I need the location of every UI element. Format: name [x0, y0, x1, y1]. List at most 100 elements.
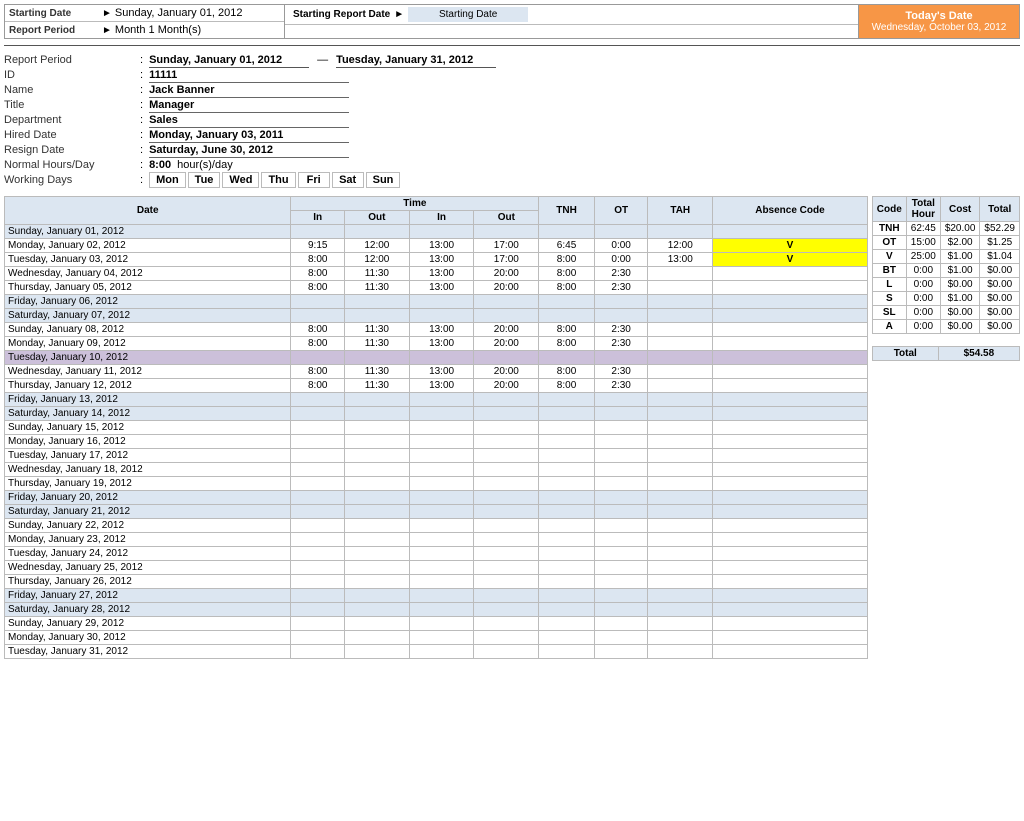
date-cell: Monday, January 30, 2012	[5, 631, 291, 645]
out1-cell	[344, 533, 409, 547]
normal-hours-label: Normal Hours/Day	[4, 159, 134, 171]
table-row: Friday, January 06, 2012	[5, 295, 868, 309]
info-section: Report Period : Sunday, January 01, 2012…	[4, 54, 1020, 188]
out2-cell	[474, 407, 539, 421]
date-cell: Sunday, January 15, 2012	[5, 421, 291, 435]
tah-cell: 12:00	[648, 239, 713, 253]
tnh-cell	[539, 421, 595, 435]
attendance-table: Date Time TNH OT TAH Absence Code In Out…	[4, 196, 868, 659]
absence-cell	[713, 645, 868, 659]
absence-cell: V	[713, 239, 868, 253]
absence-cell	[713, 519, 868, 533]
in1-cell	[291, 631, 345, 645]
grand-total-value: $54.58	[938, 347, 1019, 361]
table-row: Tuesday, January 03, 2012 8:00 12:00 13:…	[5, 253, 868, 267]
hired-date-value: Monday, January 03, 2011	[149, 129, 349, 143]
tah-cell: 13:00	[648, 253, 713, 267]
report-period-from: Sunday, January 01, 2012	[149, 54, 309, 68]
cost-cell: $20.00	[940, 222, 980, 236]
total-cell: $1.04	[980, 250, 1020, 264]
total-cell: $52.29	[980, 222, 1020, 236]
in2-cell	[409, 491, 474, 505]
tah-cell	[648, 561, 713, 575]
ot-cell	[594, 519, 648, 533]
out1-cell: 11:30	[344, 337, 409, 351]
out1-cell	[344, 505, 409, 519]
tnh-cell: 8:00	[539, 323, 595, 337]
ot-cell	[594, 631, 648, 645]
in2-cell: 13:00	[409, 365, 474, 379]
in2-cell	[409, 435, 474, 449]
total-cell: $0.00	[980, 278, 1020, 292]
normal-hours-unit: hour(s)/day	[177, 159, 233, 171]
normal-hours-value: 8:00	[149, 159, 171, 171]
tah-cell	[648, 295, 713, 309]
date-header: Date	[5, 197, 291, 225]
total-cell: $0.00	[980, 264, 1020, 278]
in1-cell	[291, 421, 345, 435]
date-cell: Monday, January 16, 2012	[5, 435, 291, 449]
absence-cell	[713, 575, 868, 589]
out1-cell	[344, 603, 409, 617]
in1-cell	[291, 561, 345, 575]
out1-cell	[344, 631, 409, 645]
tah-cell	[648, 407, 713, 421]
out1-cell	[344, 463, 409, 477]
table-row: Tuesday, January 24, 2012	[5, 547, 868, 561]
ot-cell	[594, 603, 648, 617]
out2-cell	[474, 435, 539, 449]
table-row: Tuesday, January 10, 2012	[5, 351, 868, 365]
tnh-cell	[539, 603, 595, 617]
table-row: Friday, January 20, 2012	[5, 491, 868, 505]
code-col-header: Code	[872, 197, 906, 222]
in1-cell	[291, 463, 345, 477]
absence-cell	[713, 309, 868, 323]
hired-date-label: Hired Date	[4, 129, 134, 141]
summary-row: L 0:00 $0.00 $0.00	[872, 278, 1019, 292]
in2-cell	[409, 631, 474, 645]
total-hour-cell: 62:45	[906, 222, 940, 236]
code-cell: L	[872, 278, 906, 292]
table-row: Thursday, January 12, 2012 8:00 11:30 13…	[5, 379, 868, 393]
table-row: Tuesday, January 17, 2012	[5, 449, 868, 463]
in2-cell	[409, 505, 474, 519]
out2-cell	[474, 631, 539, 645]
in1-cell	[291, 393, 345, 407]
cost-cell: $1.00	[940, 292, 980, 306]
total-cell: $0.00	[980, 320, 1020, 334]
out2-cell	[474, 225, 539, 239]
tah-cell	[648, 351, 713, 365]
absence-cell: V	[713, 253, 868, 267]
in2-cell	[409, 617, 474, 631]
absence-cell	[713, 379, 868, 393]
resign-date-label: Resign Date	[4, 144, 134, 156]
tah-cell	[648, 589, 713, 603]
title-value: Manager	[149, 99, 349, 113]
code-cell: OT	[872, 236, 906, 250]
date-cell: Sunday, January 22, 2012	[5, 519, 291, 533]
ot-cell	[594, 547, 648, 561]
absence-cell	[713, 281, 868, 295]
total-hour-cell: 0:00	[906, 264, 940, 278]
tah-cell	[648, 393, 713, 407]
ot-cell	[594, 309, 648, 323]
table-row: Sunday, January 15, 2012	[5, 421, 868, 435]
in1-cell	[291, 435, 345, 449]
starting-date-field[interactable]: Starting Date	[408, 7, 528, 22]
tnh-cell	[539, 561, 595, 575]
tah-cell	[648, 225, 713, 239]
in1-cell	[291, 589, 345, 603]
date-cell: Saturday, January 07, 2012	[5, 309, 291, 323]
table-row: Thursday, January 05, 2012 8:00 11:30 13…	[5, 281, 868, 295]
out1-cell: 11:30	[344, 323, 409, 337]
date-cell: Wednesday, January 04, 2012	[5, 267, 291, 281]
starting-date-arrow: ►	[102, 8, 112, 19]
tnh-header: TNH	[539, 197, 595, 225]
out2-cell: 17:00	[474, 253, 539, 267]
tnh-cell	[539, 449, 595, 463]
total-hour-col-header: TotalHour	[906, 197, 940, 222]
out1-cell	[344, 547, 409, 561]
tah-cell	[648, 477, 713, 491]
out1-cell	[344, 575, 409, 589]
tah-cell	[648, 631, 713, 645]
